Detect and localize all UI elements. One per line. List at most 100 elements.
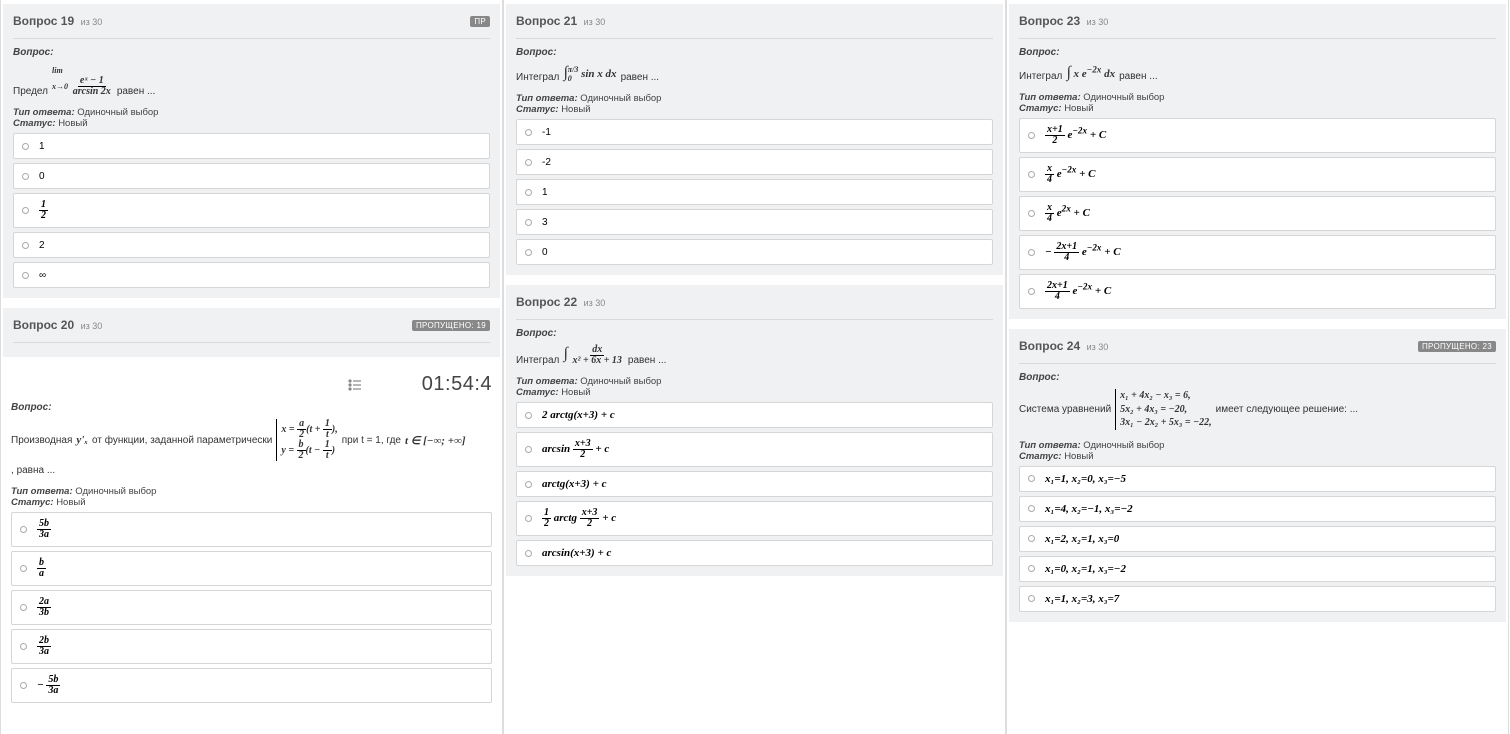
question-number: Вопрос 23 из 30 <box>1019 12 1108 30</box>
radio-icon <box>525 159 532 166</box>
radio-icon <box>525 129 532 136</box>
radio-icon <box>20 565 27 572</box>
question-text: Предел limx→0 eˣ − 1arcsin 2x равен ... <box>13 64 490 97</box>
question-20-body: Вопрос: Производная y'ₓ от функции, зада… <box>1 402 502 713</box>
status: Статус: Новый <box>1019 451 1496 462</box>
column-1: Вопрос 19 из 30 ПР Вопрос: Предел limx→0… <box>0 0 503 734</box>
option[interactable]: ∞ <box>13 262 490 288</box>
radio-icon <box>1028 249 1035 256</box>
status: Статус: Новый <box>13 118 490 129</box>
option[interactable]: 2b3a <box>11 629 492 664</box>
status: Статус: Новый <box>1019 103 1496 114</box>
timer: 01:54:4 <box>422 373 492 396</box>
radio-icon <box>22 207 29 214</box>
question-label: Вопрос: <box>11 402 492 413</box>
question-text: Интеграл ∫π/30 sin x dx равен ... <box>516 64 993 83</box>
answer-type: Тип ответа: Одиночный выбор <box>1019 92 1496 103</box>
question-header: Вопрос 22 из 30 <box>516 293 993 320</box>
radio-icon <box>525 515 532 522</box>
question-number: Вопрос 22 из 30 <box>516 293 605 311</box>
option[interactable]: ba <box>11 551 492 586</box>
radio-icon <box>1028 475 1035 482</box>
option[interactable]: 2 arctg(x+3) + c <box>516 402 993 428</box>
question-header: Вопрос 19 из 30 ПР <box>13 12 490 39</box>
status: Статус: Новый <box>516 387 993 398</box>
option[interactable]: 12 arctg x+32 + c <box>516 501 993 536</box>
option[interactable]: 0 <box>13 163 490 189</box>
option[interactable]: 12 <box>13 193 490 228</box>
radio-icon <box>1028 595 1035 602</box>
integral-formula: ∫ dxx² + 6x + 13 <box>563 345 624 366</box>
radio-icon <box>525 249 532 256</box>
question-label: Вопрос: <box>1019 372 1496 383</box>
radio-icon <box>22 242 29 249</box>
status: Статус: Новый <box>11 497 492 508</box>
option[interactable]: x4 e2x + C <box>1019 196 1496 231</box>
option[interactable]: − 5b3a <box>11 668 492 703</box>
option[interactable]: 1 <box>516 179 993 205</box>
options-list: x₁=1, x₂=0, x₃=−5 x₁=4, x₂=−1, x₃=−2 x₁=… <box>1019 466 1496 612</box>
option[interactable]: 1 <box>13 133 490 159</box>
skipped-badge: ПР <box>470 16 490 27</box>
question-label: Вопрос: <box>13 47 490 58</box>
option[interactable]: arcsin(x+3) + c <box>516 540 993 566</box>
radio-icon <box>22 272 29 279</box>
integral-formula: ∫ x e−2x dx <box>1066 64 1115 82</box>
option[interactable]: arcsin x+32 + c <box>516 432 993 467</box>
question-text: Система уравнений x₁ + 4x₂ − x₃ = 6, 5x₂… <box>1019 389 1496 430</box>
question-header: Вопрос 20 из 30 ПРОПУЩЕНО: 19 <box>13 316 490 343</box>
option[interactable]: 0 <box>516 239 993 265</box>
option[interactable]: x₁=0, x₂=1, x₃=−2 <box>1019 556 1496 582</box>
question-text: Производная y'ₓ от функции, заданной пар… <box>11 419 492 476</box>
option[interactable]: x₁=2, x₂=1, x₃=0 <box>1019 526 1496 552</box>
option[interactable]: x₁=1, x₂=3, x₃=7 <box>1019 586 1496 612</box>
option[interactable]: 2a3b <box>11 590 492 625</box>
skipped-badge: ПРОПУЩЕНО: 23 <box>1418 341 1496 352</box>
question-23: Вопрос 23 из 30 Вопрос: Интеграл ∫ x e−2… <box>1009 4 1506 319</box>
option[interactable]: 3 <box>516 209 993 235</box>
question-label: Вопрос: <box>516 47 993 58</box>
answer-type: Тип ответа: Одиночный выбор <box>516 93 993 104</box>
options-list: x+12 e−2x + C x4 e−2x + C x4 e2x + C − 2… <box>1019 118 1496 309</box>
radio-icon <box>525 550 532 557</box>
radio-icon <box>525 219 532 226</box>
option[interactable]: -2 <box>516 149 993 175</box>
limit-formula: limx→0 eˣ − 1arcsin 2x <box>52 64 113 97</box>
question-header: Вопрос 24 из 30 ПРОПУЩЕНО: 23 <box>1019 337 1496 364</box>
answer-type: Тип ответа: Одиночный выбор <box>1019 440 1496 451</box>
option[interactable]: arctg(x+3) + c <box>516 471 993 497</box>
radio-icon <box>1028 132 1035 139</box>
radio-icon <box>22 173 29 180</box>
radio-icon <box>22 143 29 150</box>
question-20: Вопрос 20 из 30 ПРОПУЩЕНО: 19 <box>3 308 500 357</box>
option[interactable]: 2x+14 e−2x + C <box>1019 274 1496 309</box>
question-number: Вопрос 20 из 30 <box>13 316 102 334</box>
list-icon[interactable] <box>348 378 362 392</box>
option[interactable]: -1 <box>516 119 993 145</box>
radio-icon <box>1028 505 1035 512</box>
status: Статус: Новый <box>516 104 993 115</box>
option[interactable]: x₁=4, x₂=−1, x₃=−2 <box>1019 496 1496 522</box>
column-2: Вопрос 21 из 30 Вопрос: Интеграл ∫π/30 s… <box>503 0 1006 734</box>
radio-icon <box>20 526 27 533</box>
radio-icon <box>1028 565 1035 572</box>
question-number: Вопрос 21 из 30 <box>516 12 605 30</box>
equation-system: x₁ + 4x₂ − x₃ = 6, 5x₂ + 4x₃ = −20, 3x₁ … <box>1115 389 1211 430</box>
option[interactable]: − 2x+14 e−2x + C <box>1019 235 1496 270</box>
radio-icon <box>525 412 532 419</box>
option[interactable]: x₁=1, x₂=0, x₃=−5 <box>1019 466 1496 492</box>
options-list: 5b3a ba 2a3b 2b3a − 5b3a <box>11 512 492 703</box>
parametric-system: x = a2(t + 1t), y = b2(t − 1t) <box>276 419 337 461</box>
answer-type: Тип ответа: Одиночный выбор <box>11 486 492 497</box>
option[interactable]: x+12 e−2x + C <box>1019 118 1496 153</box>
option[interactable]: x4 e−2x + C <box>1019 157 1496 192</box>
radio-icon <box>20 682 27 689</box>
radio-icon <box>1028 535 1035 542</box>
integral-formula: ∫π/30 sin x dx <box>563 64 616 83</box>
radio-icon <box>1028 288 1035 295</box>
question-header: Вопрос 21 из 30 <box>516 12 993 39</box>
option[interactable]: 2 <box>13 232 490 258</box>
question-text: Интеграл ∫ dxx² + 6x + 13 равен ... <box>516 345 993 366</box>
question-24: Вопрос 24 из 30 ПРОПУЩЕНО: 23 Вопрос: Си… <box>1009 329 1506 622</box>
option[interactable]: 5b3a <box>11 512 492 547</box>
